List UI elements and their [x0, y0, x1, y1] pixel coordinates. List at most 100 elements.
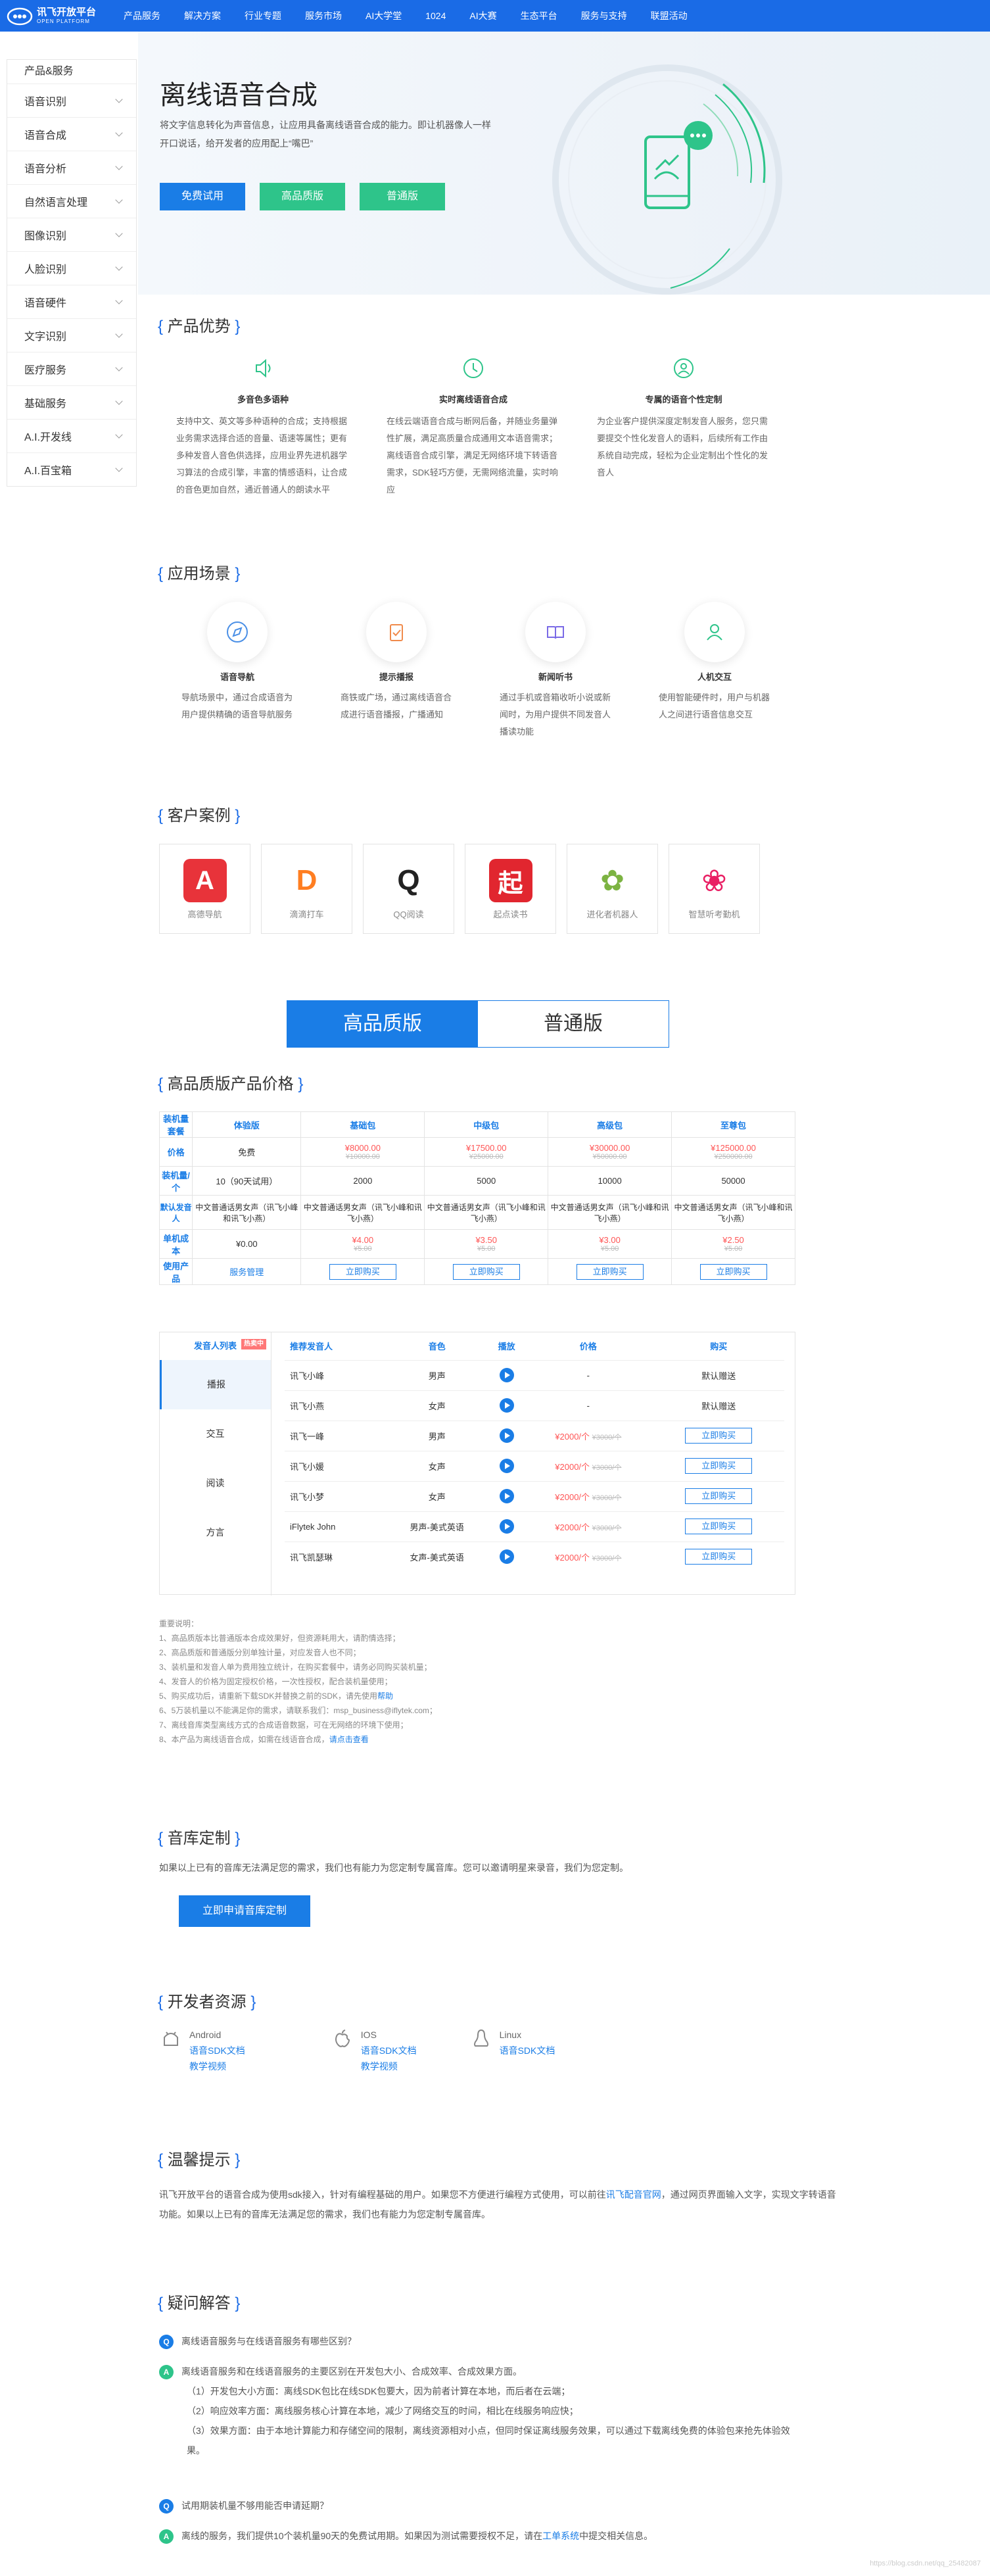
help-link[interactable]: 帮助	[377, 1691, 393, 1701]
nav-item[interactable]: 服务市场	[293, 0, 354, 32]
navigation-icon	[227, 621, 248, 643]
sidebar-item[interactable]: 图像识别	[7, 218, 136, 251]
sidebar-item[interactable]: 语音合成	[7, 117, 136, 151]
scene-name: 语音导航	[220, 672, 254, 682]
sidebar-item[interactable]: 医疗服务	[7, 352, 136, 385]
category-tab[interactable]: 交互	[160, 1409, 271, 1459]
free-trial-button[interactable]: 免费试用	[160, 183, 245, 210]
apply-custom-button[interactable]: 立即申请音库定制	[179, 1895, 310, 1927]
sidebar-item-label: A.I.百宝箱	[24, 466, 72, 477]
table-row: iFlytek John 男声-美式英语 ¥2000/个 ¥3000/个 立即购买	[285, 1511, 784, 1542]
sdk-doc-link[interactable]: 语音SDK文档	[500, 2043, 555, 2058]
didi-logo: D	[285, 859, 329, 902]
sdk-doc-link[interactable]: 语音SDK文档	[361, 2043, 417, 2058]
nav-item[interactable]: 生态平台	[509, 0, 569, 32]
brand-logo[interactable]: 讯飞开放平台 OPEN PLATFORM	[0, 6, 112, 26]
table-row: 讯飞凯瑟琳 女声-美式英语 ¥2000/个 ¥3000/个 立即购买	[285, 1541, 784, 1572]
nav-item[interactable]: AI大赛	[458, 0, 508, 32]
nav-item[interactable]: AI大学堂	[354, 0, 413, 32]
play-icon[interactable]	[499, 1519, 514, 1534]
play-icon[interactable]	[499, 1368, 514, 1382]
sidebar-item[interactable]: 语音识别	[7, 84, 136, 117]
important-notes: 重要说明： 1、高品质版本比普通版本合成效果好，但资源耗用大，请酌情选择； 2、…	[159, 1616, 437, 1747]
edition-tabs: 高品质版 普通版	[287, 1000, 669, 1048]
case-item[interactable]: D 滴滴打车	[261, 844, 352, 934]
nav-item[interactable]: 产品服务	[112, 0, 172, 32]
buy-now-button[interactable]: 立即购买	[685, 1488, 753, 1504]
buy-now-button[interactable]: 立即购买	[685, 1458, 753, 1474]
section-title-pricing: { 高品质版产品价格 }	[158, 1075, 304, 1093]
play-icon[interactable]	[499, 1428, 514, 1443]
robot-logo: ✿	[590, 859, 634, 902]
category-tab[interactable]: 播报	[160, 1360, 271, 1409]
sidebar-item[interactable]: A.I.开发线	[7, 419, 136, 452]
android-icon	[164, 2031, 178, 2046]
table-row: 装机量/个 10（90天试用） 2000 5000 10000 50000	[158, 1166, 795, 1196]
buy-now-button[interactable]: 立即购买	[576, 1263, 644, 1280]
answer-text: 离线的服务，我们提供10个装机量90天的免费试用期。如果因为测试需要授权不足，请…	[181, 2531, 543, 2541]
buy-now-button[interactable]: 立即购买	[685, 1519, 753, 1534]
peiyin-link[interactable]: 讯飞配音官网	[606, 2189, 661, 2200]
buy-now-button[interactable]: 立即购买	[685, 1428, 753, 1444]
nav-item[interactable]: 解决方案	[172, 0, 233, 32]
service-manage-link[interactable]: 服务管理	[192, 1258, 302, 1285]
answer-point: （3）效果方面：由于本地计算能力和存储空间的限制，离线资源相对小点，但同时保证离…	[187, 2425, 790, 2456]
high-quality-button[interactable]: 高品质版	[260, 183, 345, 210]
play-icon[interactable]	[499, 1549, 514, 1565]
advantage-name: 实时离线语音合成	[438, 395, 507, 404]
category-tab[interactable]: 方言	[160, 1508, 271, 1557]
category-tab[interactable]: 阅读	[160, 1459, 271, 1508]
case-item[interactable]: ❀ 智慧听考勤机	[669, 844, 760, 934]
person-icon	[707, 624, 722, 641]
case-item[interactable]: Q QQ阅读	[363, 844, 454, 934]
advantage-text: 支持中文、英文等多种语种的合成；支持根据业务需求选择合适的音量、语速等属性；更有…	[176, 416, 348, 495]
nav-item[interactable]: 行业专题	[233, 0, 293, 32]
note-line: 8、本产品为离线语音合成，如需在线语音合成，请点击查看	[159, 1735, 369, 1744]
linux-icon	[473, 2029, 488, 2047]
sidebar-item[interactable]: 文字识别	[7, 318, 136, 352]
sdk-doc-link[interactable]: 语音SDK文档	[189, 2043, 245, 2058]
case-name: 高德导航	[187, 910, 222, 919]
play-icon[interactable]	[499, 1459, 514, 1473]
sidebar-item[interactable]: A.I.百宝箱	[7, 452, 136, 486]
buy-now-button[interactable]: 立即购买	[685, 1549, 753, 1565]
scene-text: 使用智能硬件时，用户与机器人之间进行语音信息交互	[659, 693, 770, 719]
nav-item[interactable]: 服务与支持	[569, 0, 639, 32]
case-item[interactable]: ✿ 进化者机器人	[567, 844, 658, 934]
section-title-dev: { 开发者资源 }	[158, 1993, 256, 2011]
iflytek-logo-icon	[7, 7, 33, 26]
nav-item[interactable]: 1024	[413, 0, 458, 32]
video-link[interactable]: 教学视频	[361, 2058, 417, 2074]
standard-button[interactable]: 普通版	[360, 183, 445, 210]
sidebar-item[interactable]: 基础服务	[7, 385, 136, 419]
advantage-item: 多音色多语种 支持中文、英文等多种语种的合成；支持根据业务需求选择合适的音量、语…	[158, 355, 368, 498]
sidebar-item[interactable]: 语音分析	[7, 151, 136, 184]
os-name: Android	[189, 2029, 222, 2040]
table-row: 默认发音人 中文普通话男女声（讯飞小峰和讯飞小燕） 中文普通话男女声（讯飞小峰和…	[158, 1195, 795, 1230]
voice-price: ¥2000/个 ¥3000/个	[523, 1511, 653, 1542]
sidebar-item[interactable]: 人脸识别	[7, 251, 136, 285]
play-icon[interactable]	[499, 1489, 514, 1503]
case-item[interactable]: 起起点读书	[465, 844, 556, 934]
note-line: 6、5万装机量以不能满足你的需求，请联系我们：msp_business@ifly…	[159, 1706, 437, 1715]
sidebar-item[interactable]: 语音硬件	[7, 285, 136, 318]
table-header: 高级包	[548, 1111, 672, 1138]
os-name: IOS	[360, 2029, 377, 2040]
sidebar-item[interactable]: 自然语言处理	[7, 184, 136, 218]
tab-high-quality[interactable]: 高品质版	[287, 1001, 478, 1047]
price-cell: ¥2.50 ¥5.00	[671, 1229, 795, 1259]
tab-standard[interactable]: 普通版	[478, 1001, 669, 1047]
video-link[interactable]: 教学视频	[189, 2058, 245, 2074]
buy-now-button[interactable]: 立即购买	[452, 1263, 520, 1280]
buy-now-button[interactable]: 立即购买	[699, 1263, 767, 1280]
view-link[interactable]: 请点击查看	[329, 1735, 369, 1744]
case-name: 智慧听考勤机	[688, 910, 740, 919]
ticket-system-link[interactable]: 工单系统	[542, 2531, 579, 2541]
buy-now-button[interactable]: 立即购买	[329, 1263, 396, 1280]
play-icon[interactable]	[499, 1398, 514, 1413]
answer-point: （2）响应效率方面：离线服务核心计算在本地，减少了网络交互的时间，相比在线服务响…	[187, 2406, 578, 2416]
voice-table: 推荐发音人 音色 播放 价格 购买 讯飞小峰 男声 - 默认赠送 讯飞小燕 女声 - 默认赠…	[285, 1332, 784, 1572]
answer-icon: A	[159, 2529, 174, 2544]
nav-item[interactable]: 联盟活动	[639, 0, 699, 32]
case-item[interactable]: A 高德导航	[159, 844, 250, 934]
